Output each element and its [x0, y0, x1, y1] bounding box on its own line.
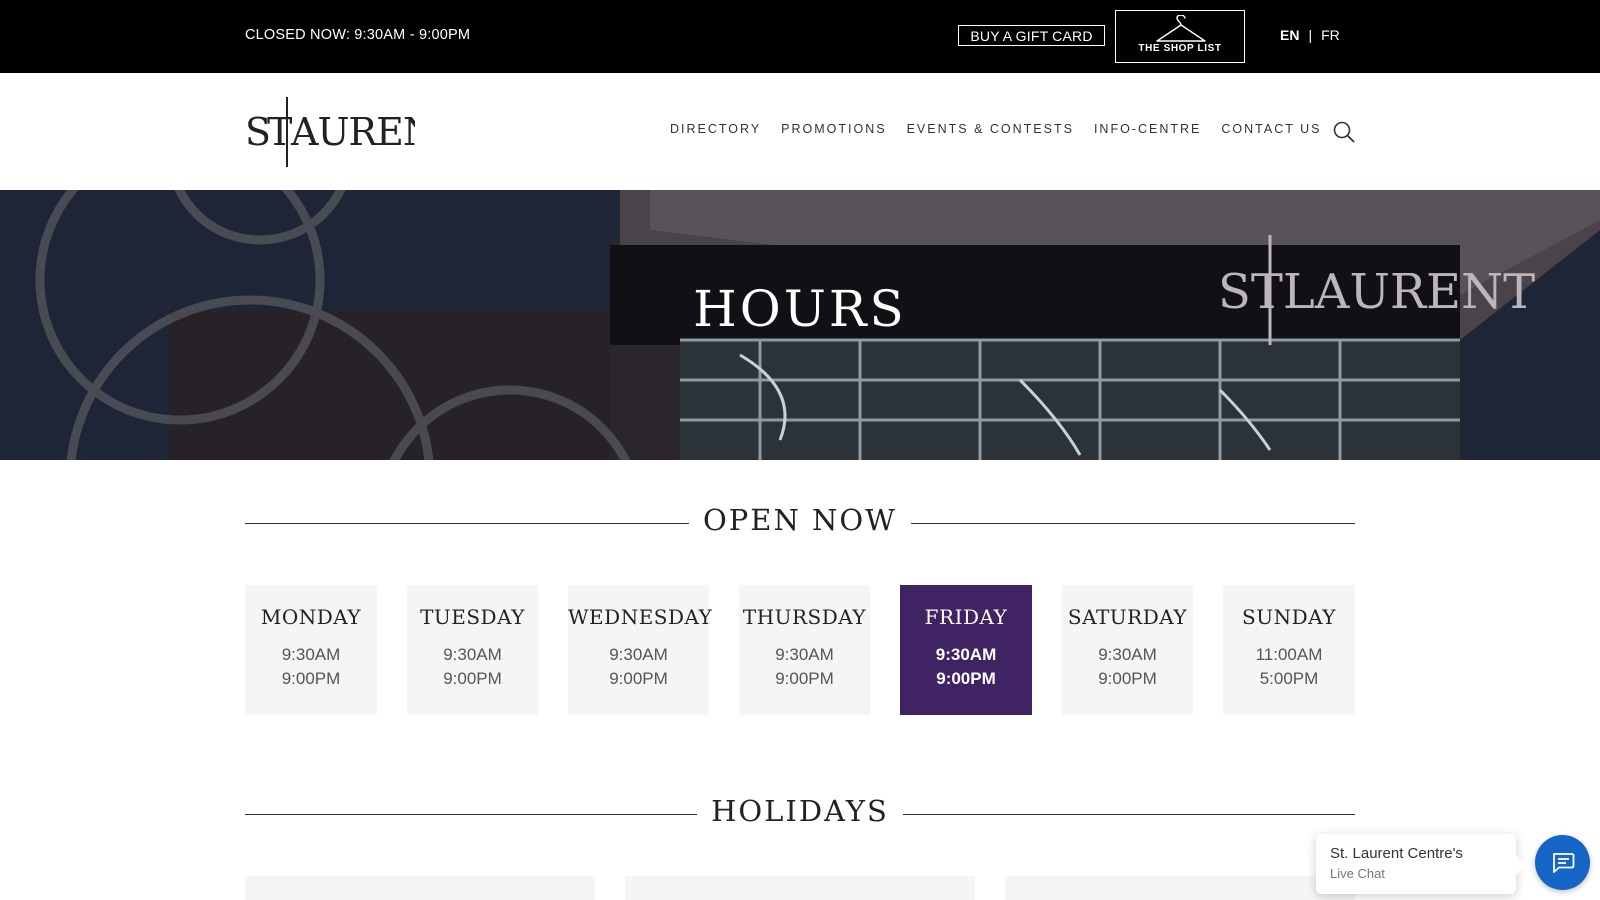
close-time: 9:00PM — [443, 669, 502, 688]
chat-name: St. Laurent Centre's — [1330, 845, 1463, 862]
holidays-title: HOLIDAYS — [697, 794, 903, 828]
main-nav: DIRECTORY PROMOTIONS EVENTS & CONTESTS I… — [670, 122, 1341, 136]
open-time: 9:30AM — [775, 645, 834, 664]
buy-gift-card-button[interactable]: BUY A GIFT CARD — [958, 25, 1105, 46]
day-card-saturday: SATURDAY 9:30AM 9:00PM — [1062, 585, 1193, 715]
day-name: WEDNESDAY — [568, 605, 713, 629]
close-time: 9:00PM — [609, 669, 668, 688]
open-time: 9:30AM — [1098, 645, 1157, 664]
nav-directory[interactable]: DIRECTORY — [670, 122, 761, 136]
day-name: SATURDAY — [1067, 605, 1188, 629]
open-time: 9:30AM — [935, 645, 997, 664]
day-card-thursday: THURSDAY 9:30AM 9:00PM — [739, 585, 870, 715]
site-header: S T AURENT DIRECTORY PROMOTIONS EVENTS &… — [0, 73, 1600, 190]
search-icon[interactable] — [1332, 120, 1356, 144]
open-now-title: OPEN NOW — [688, 503, 911, 537]
day-card-friday: FRIDAY 9:30AM 9:00PM — [900, 585, 1032, 715]
holidays-heading: HOLIDAYS — [245, 794, 1355, 834]
day-card-wednesday: WEDNESDAY 9:30AM 9:00PM — [568, 585, 713, 715]
lang-separator: | — [1308, 27, 1313, 43]
open-time: 11:00AM — [1255, 645, 1323, 664]
svg-text:T: T — [267, 110, 292, 154]
lang-fr-link[interactable]: FR — [1321, 27, 1340, 43]
close-time: 9:00PM — [281, 669, 341, 688]
hero-banner: STLAURENT HOURS — [0, 190, 1600, 460]
hanger-icon — [1156, 15, 1206, 42]
close-time: 5:00PM — [1259, 669, 1319, 688]
page-title: HOURS — [693, 280, 907, 338]
day-card-sunday: SUNDAY 11:00AM 5:00PM — [1223, 585, 1355, 715]
day-name: TUESDAY — [420, 605, 525, 629]
st-laurent-logo[interactable]: S T AURENT — [245, 95, 415, 170]
day-name: MONDAY — [260, 605, 362, 629]
shop-list-label: THE SHOP LIST — [1138, 43, 1222, 54]
open-now-heading: OPEN NOW — [245, 503, 1355, 543]
day-name: FRIDAY — [924, 605, 1008, 629]
close-time: 9:00PM — [936, 669, 996, 688]
nav-info-centre[interactable]: INFO-CENTRE — [1094, 122, 1201, 136]
mall-status: CLOSED NOW: 9:30AM - 9:00PM — [245, 27, 471, 43]
live-chat-prompt[interactable]: St. Laurent Centre's Live Chat — [1316, 834, 1516, 894]
holiday-card — [1005, 876, 1355, 900]
close-time: 9:00PM — [775, 669, 834, 688]
chat-subtitle: Live Chat — [1330, 866, 1385, 881]
nav-promotions[interactable]: PROMOTIONS — [781, 122, 886, 136]
open-time: 9:30AM — [443, 645, 502, 664]
day-name: SUNDAY — [1242, 605, 1336, 629]
holiday-card — [245, 876, 595, 900]
svg-text:AURENT: AURENT — [290, 110, 415, 154]
holiday-card — [625, 876, 975, 900]
nav-contact-us[interactable]: CONTACT US — [1221, 122, 1321, 136]
chat-icon — [1552, 852, 1574, 873]
open-time: 9:30AM — [281, 645, 341, 664]
nav-events-contests[interactable]: EVENTS & CONTESTS — [907, 122, 1074, 136]
day-card-monday: MONDAY 9:30AM 9:00PM — [245, 585, 377, 715]
live-chat-button[interactable] — [1535, 835, 1590, 890]
close-time: 9:00PM — [1098, 669, 1157, 688]
day-card-tuesday: TUESDAY 9:30AM 9:00PM — [407, 585, 538, 715]
shop-list-button[interactable]: THE SHOP LIST — [1115, 10, 1245, 63]
language-switcher: EN | FR — [1280, 27, 1340, 43]
weekly-hours: MONDAY 9:30AM 9:00PM TUESDAY 9:30AM 9:00… — [245, 585, 1355, 715]
top-bar: CLOSED NOW: 9:30AM - 9:00PM BUY A GIFT C… — [0, 0, 1600, 73]
open-time: 9:30AM — [609, 645, 668, 664]
lang-en-link[interactable]: EN — [1280, 27, 1299, 43]
day-name: THURSDAY — [742, 605, 867, 629]
